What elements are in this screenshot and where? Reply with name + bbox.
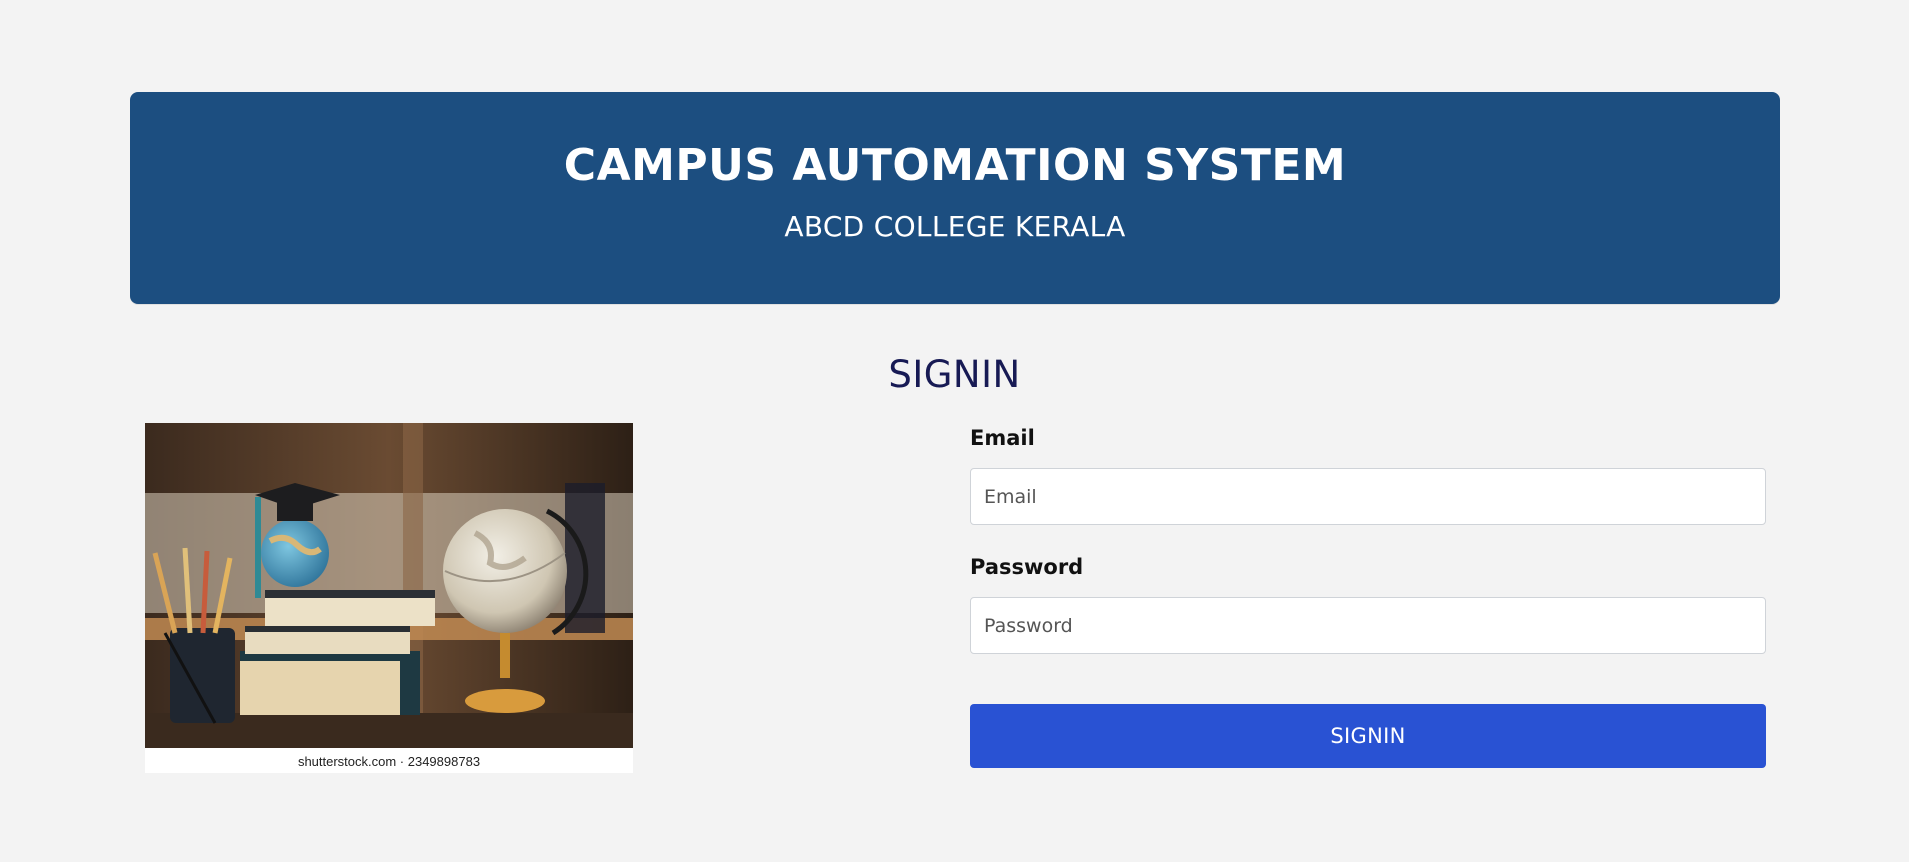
signin-heading: SIGNIN (888, 353, 1021, 396)
system-title: CAMPUS AUTOMATION SYSTEM (563, 140, 1347, 191)
email-label: Email (970, 426, 1035, 450)
email-input[interactable] (970, 468, 1766, 525)
header-banner: CAMPUS AUTOMATION SYSTEM ABCD COLLEGE KE… (130, 92, 1780, 304)
image-watermark-caption: shutterstock.com · 2349898783 (297, 754, 481, 769)
signin-button[interactable]: SIGNIN (970, 704, 1766, 768)
password-input[interactable] (970, 597, 1766, 654)
college-name: ABCD COLLEGE KERALA (784, 210, 1126, 243)
signin-form: Email Password SIGNIN (970, 428, 1766, 768)
password-label: Password (970, 555, 1084, 579)
books-globe-illustration (145, 423, 633, 748)
hero-image: shutterstock.com · 2349898783 (145, 423, 633, 773)
